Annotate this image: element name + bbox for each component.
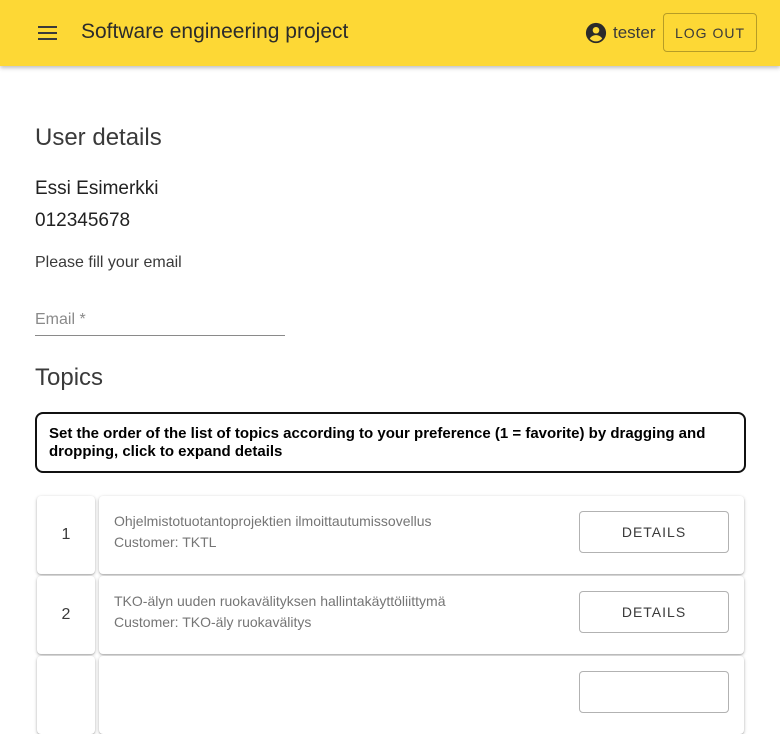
- student-number: 012345678: [35, 210, 131, 231]
- username: tester: [613, 23, 656, 42]
- details-button[interactable]: DETAILS: [579, 511, 729, 553]
- details-button[interactable]: DETAILS: [579, 591, 729, 633]
- topic-rank[interactable]: 2: [37, 576, 95, 654]
- topic-rank[interactable]: [37, 656, 95, 734]
- topic-card[interactable]: TKO-älyn uuden ruokavälityksen hallintak…: [99, 576, 744, 654]
- topic-rank[interactable]: 1: [37, 496, 95, 574]
- topics-instruction: Set the order of the list of topics acco…: [35, 412, 746, 473]
- topic-row: 1 Ohjelmistotuotantoprojektien ilmoittau…: [37, 496, 745, 574]
- app-title: Software engineering project: [81, 20, 349, 43]
- topics-heading: Topics: [35, 364, 104, 391]
- account-circle-icon: [585, 22, 607, 44]
- logout-button[interactable]: LOG OUT: [663, 13, 757, 52]
- topic-name: TKO-älyn uuden ruokavälityksen hallintak…: [114, 593, 446, 609]
- topic-row: 2 TKO-älyn uuden ruokavälityksen hallint…: [37, 576, 745, 654]
- email-field: Email *: [35, 305, 285, 336]
- app-bar: Software engineering project tester LOG …: [0, 0, 780, 66]
- email-prompt: Please fill your email: [35, 254, 182, 271]
- topic-card[interactable]: Ohjelmistotuotantoprojektien ilmoittautu…: [99, 496, 744, 574]
- user-details-heading: User details: [35, 124, 162, 151]
- email-input[interactable]: [35, 305, 285, 335]
- menu-icon[interactable]: [38, 26, 57, 40]
- topic-customer: Customer: TKO-äly ruokavälitys: [114, 614, 312, 630]
- topic-customer: Customer: TKTL: [114, 534, 217, 550]
- topic-card[interactable]: [99, 656, 744, 734]
- topic-row: [37, 656, 745, 734]
- user-full-name: Essi Esimerkki: [35, 178, 159, 199]
- topic-name: Ohjelmistotuotantoprojektien ilmoittautu…: [114, 513, 432, 529]
- details-button[interactable]: [579, 671, 729, 713]
